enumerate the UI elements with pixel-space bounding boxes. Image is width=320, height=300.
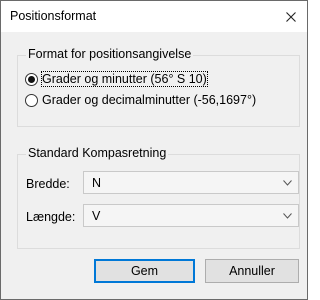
latitude-label: Bredde: xyxy=(26,177,70,191)
radio-label: Grader og decimalminutter (-56,1697°) xyxy=(42,93,257,107)
chevron-down-icon xyxy=(276,172,298,193)
radio-label: Grader og minutter (56° S 10) xyxy=(41,71,208,87)
radio-button-checked[interactable] xyxy=(25,72,38,86)
longitude-select-value: V xyxy=(92,208,101,223)
chevron-down-icon xyxy=(276,205,298,226)
compass-group-legend: Standard Kompasretning xyxy=(26,146,169,160)
format-group-legend: Format for positionsangivelse xyxy=(26,47,194,61)
compass-group: Standard Kompasretning xyxy=(17,146,300,249)
radio-option-decimal-minutes[interactable]: Grader og decimalminutter (-56,1697°) xyxy=(25,91,256,109)
radio-option-degrees-minutes[interactable]: Grader og minutter (56° S 10) xyxy=(25,70,208,88)
longitude-label: Længde: xyxy=(26,210,76,224)
format-group: Format for positionsangivelse Grader og … xyxy=(17,47,300,127)
close-icon xyxy=(286,11,296,22)
latitude-select-value: N xyxy=(92,175,102,190)
latitude-select[interactable]: N xyxy=(83,171,299,194)
longitude-select[interactable]: V xyxy=(83,204,299,227)
radio-button[interactable] xyxy=(25,93,38,107)
dialog-title: Positionsformat xyxy=(10,9,97,23)
save-button[interactable]: Gem xyxy=(94,259,195,283)
cancel-button[interactable]: Annuller xyxy=(205,259,299,283)
positionsformat-dialog: Positionsformat Format for positionsangi… xyxy=(0,0,308,300)
title-bar: Positionsformat xyxy=(1,1,307,32)
close-button[interactable] xyxy=(275,1,307,32)
